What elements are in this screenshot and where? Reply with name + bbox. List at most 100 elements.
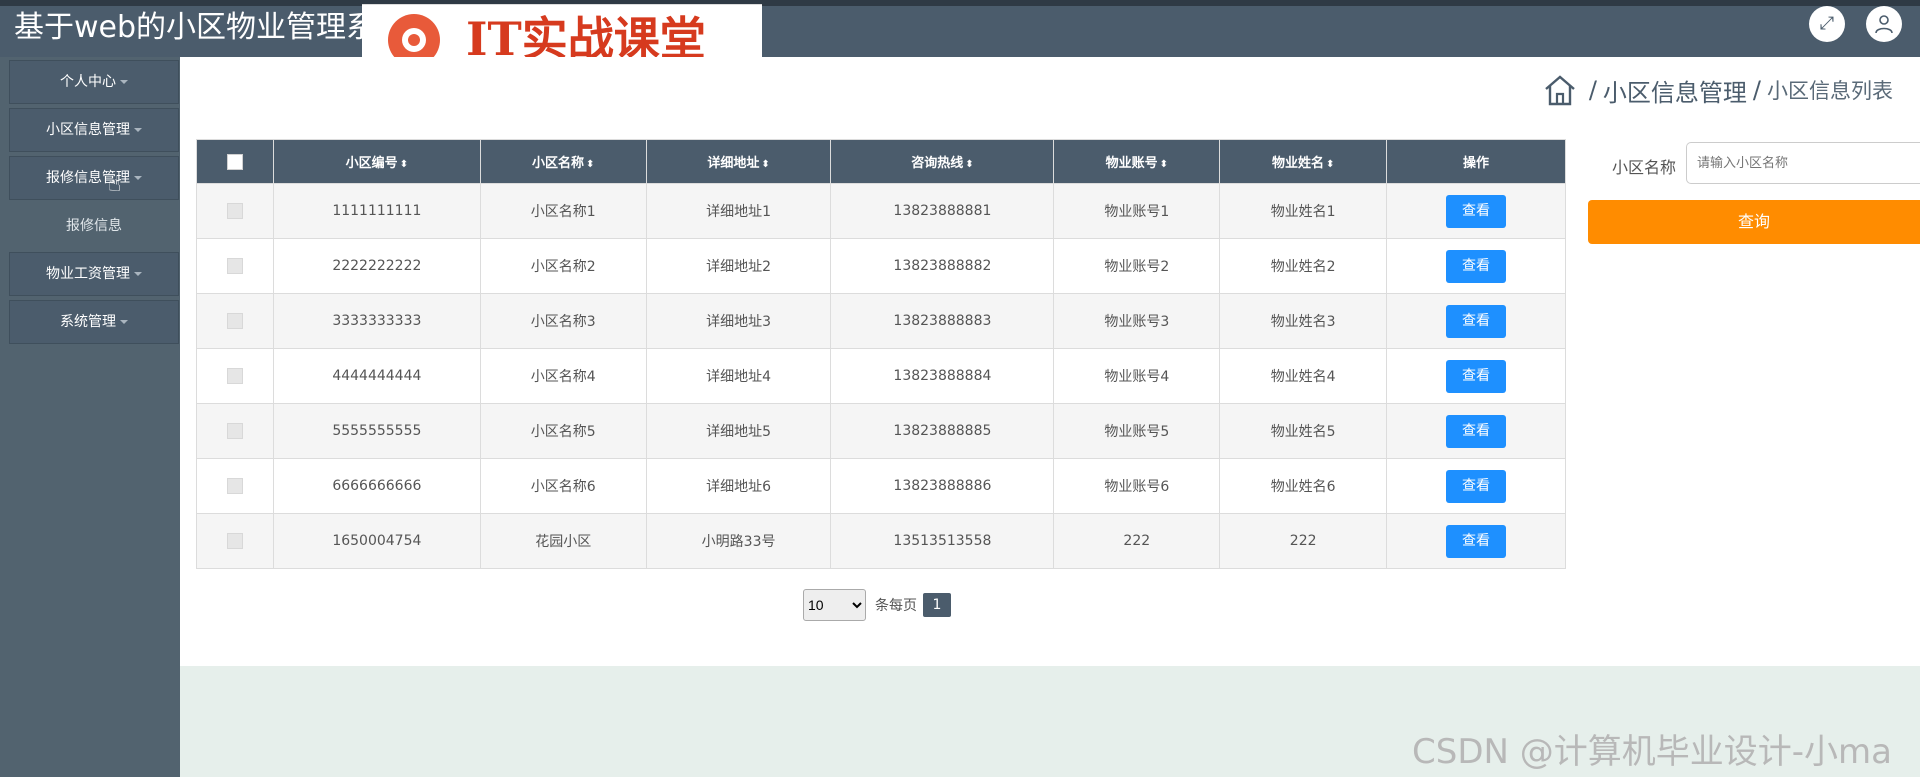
header-label: 小区编号 — [345, 156, 398, 171]
cell-address: 详细地址4 — [645, 348, 832, 404]
header-property-account[interactable]: 物业账号 ⬍ — [1053, 139, 1221, 184]
page-number-button[interactable]: 1 — [923, 593, 951, 617]
per-page-label: 条每页 — [875, 598, 917, 614]
sort-icon[interactable]: ⬍ — [400, 159, 408, 170]
cell-property-name: 物业姓名2 — [1219, 238, 1388, 294]
row-checkbox[interactable] — [226, 313, 243, 329]
cell-property-account: 物业账号1 — [1053, 183, 1221, 239]
expand-icon[interactable]: ⤢ — [1809, 6, 1845, 42]
filter-label: 小区名称 — [1612, 158, 1677, 177]
header-community-name[interactable]: 小区名称 ⬍ — [479, 139, 647, 184]
row-select-cell — [196, 183, 274, 239]
table-row: 2222222222 小区名称2 详细地址2 13823888882 物业账号2… — [196, 238, 1566, 294]
table-header-row: 小区编号 ⬍ 小区名称 ⬍ 详细地址 ⬍ 咨询热线 ⬍ 物业账号 ⬍ 物业姓名 ⬍ 操作 — [196, 139, 1566, 184]
header-label: 操作 — [1463, 156, 1490, 171]
header-label: 物业账号 — [1105, 156, 1158, 171]
cell-property-account: 物业账号5 — [1053, 403, 1221, 459]
header-label: 小区名称 — [532, 156, 585, 171]
sort-icon[interactable]: ⬍ — [586, 159, 594, 170]
cell-community-name: 小区名称3 — [479, 293, 647, 349]
query-button[interactable]: 查询 — [1588, 200, 1920, 244]
row-checkbox[interactable] — [226, 258, 243, 274]
row-checkbox[interactable] — [226, 423, 243, 439]
sidebar-item-label: 物业工资管理 — [46, 266, 130, 282]
table-row: 3333333333 小区名称3 详细地址3 13823888883 物业账号3… — [196, 293, 1566, 349]
app-title: 基于web的小区物业管理系 — [14, 10, 377, 45]
row-checkbox[interactable] — [226, 533, 243, 549]
breadcrumb: / 小区信息管理 / 小区信息列表 — [1543, 72, 1893, 108]
sidebar-item-community-info[interactable]: 小区信息管理 — [9, 108, 179, 152]
cell-property-account: 物业账号3 — [1053, 293, 1221, 349]
header-address[interactable]: 详细地址 ⬍ — [645, 139, 832, 184]
header-label: 物业姓名 — [1271, 156, 1324, 171]
cell-property-name: 222 — [1219, 513, 1388, 569]
view-button[interactable]: 查看 — [1446, 414, 1507, 448]
sort-icon[interactable]: ⬍ — [1160, 159, 1168, 170]
breadcrumb-section[interactable]: 小区信息管理 — [1603, 73, 1747, 108]
top-bar: 基于web的小区物业管理系 ⤢ — [0, 0, 1920, 57]
header-hotline[interactable]: 咨询热线 ⬍ — [830, 139, 1055, 184]
cell-community-name: 小区名称2 — [479, 238, 647, 294]
row-checkbox[interactable] — [226, 203, 243, 219]
cell-community-name: 小区名称5 — [479, 403, 647, 459]
caret-down-icon — [134, 128, 142, 132]
sidebar-subitem-repair-info[interactable]: 报修信息 — [9, 204, 179, 248]
user-icon[interactable] — [1866, 6, 1902, 42]
cell-actions: 查看 — [1386, 458, 1566, 514]
header-community-id[interactable]: 小区编号 ⬍ — [272, 139, 481, 184]
cell-property-name: 物业姓名4 — [1219, 348, 1388, 404]
row-checkbox[interactable] — [226, 368, 243, 384]
cell-community-id: 6666666666 — [272, 458, 481, 514]
cell-hotline: 13823888886 — [830, 458, 1055, 514]
cell-community-id: 5555555555 — [272, 403, 481, 459]
cell-actions: 查看 — [1386, 348, 1566, 404]
cell-address: 详细地址3 — [645, 293, 832, 349]
view-button[interactable]: 查看 — [1446, 359, 1507, 393]
header-actions: 操作 — [1386, 139, 1566, 184]
cell-hotline: 13823888883 — [830, 293, 1055, 349]
sort-icon[interactable]: ⬍ — [1326, 159, 1334, 170]
cell-hotline: 13513513558 — [830, 513, 1055, 569]
cell-property-name: 物业姓名3 — [1219, 293, 1388, 349]
sidebar-item-personal-center[interactable]: 个人中心 — [9, 60, 179, 104]
sort-icon[interactable]: ⬍ — [965, 159, 973, 170]
header-label: 咨询热线 — [911, 156, 964, 171]
view-button[interactable]: 查看 — [1446, 249, 1507, 283]
cell-property-account: 物业账号4 — [1053, 348, 1221, 404]
header-select-all[interactable] — [196, 139, 274, 184]
cell-community-id: 4444444444 — [272, 348, 481, 404]
cell-property-name: 物业姓名6 — [1219, 458, 1388, 514]
cell-address: 详细地址2 — [645, 238, 832, 294]
cell-community-id: 1111111111 — [272, 183, 481, 239]
view-button[interactable]: 查看 — [1446, 194, 1507, 228]
row-checkbox[interactable] — [226, 478, 243, 494]
top-stripe — [0, 0, 1920, 6]
sort-icon[interactable]: ⬍ — [761, 159, 769, 170]
row-select-cell — [196, 293, 274, 349]
view-button[interactable]: 查看 — [1446, 304, 1507, 338]
community-name-search-input[interactable] — [1686, 142, 1920, 184]
cell-actions: 查看 — [1386, 513, 1566, 569]
pagination: 10 条每页 1 — [803, 589, 951, 621]
page-size-select[interactable]: 10 — [803, 589, 866, 621]
sidebar-item-salary-management[interactable]: 物业工资管理 — [9, 252, 179, 296]
cell-community-id: 3333333333 — [272, 293, 481, 349]
view-button[interactable]: 查看 — [1446, 469, 1507, 503]
cell-actions: 查看 — [1386, 403, 1566, 459]
select-all-checkbox[interactable] — [226, 153, 243, 170]
row-select-cell — [196, 238, 274, 294]
cell-hotline: 13823888885 — [830, 403, 1055, 459]
row-select-cell — [196, 513, 274, 569]
sidebar-item-system-management[interactable]: 系统管理 — [9, 300, 179, 344]
cell-property-account: 222 — [1053, 513, 1221, 569]
cell-hotline: 13823888884 — [830, 348, 1055, 404]
cell-actions: 查看 — [1386, 293, 1566, 349]
view-button[interactable]: 查看 — [1446, 524, 1507, 558]
header-property-name[interactable]: 物业姓名 ⬍ — [1219, 139, 1388, 184]
home-icon[interactable] — [1543, 73, 1577, 107]
sidebar-item-repair-management[interactable]: 报修信息管理 — [9, 156, 179, 200]
row-select-cell — [196, 458, 274, 514]
header-label: 详细地址 — [707, 156, 760, 171]
sidebar-item-label: 个人中心 — [60, 74, 116, 90]
sidebar-item-label: 小区信息管理 — [46, 122, 130, 138]
